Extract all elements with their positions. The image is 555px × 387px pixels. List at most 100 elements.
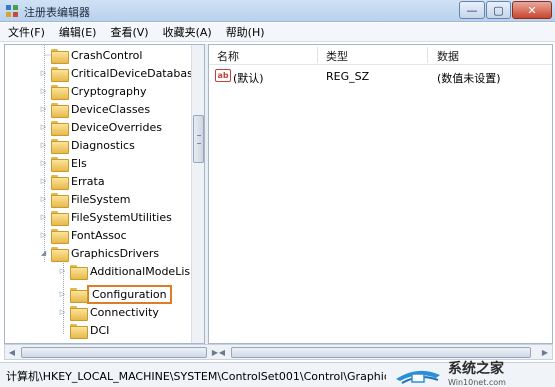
folder-icon xyxy=(70,323,88,339)
scroll-left-icon[interactable]: ◀ xyxy=(217,347,227,357)
tree-item-label: FileSystem xyxy=(71,192,131,206)
folder-icon xyxy=(51,102,69,118)
watermark-title: 系统之家 xyxy=(448,360,504,377)
registry-editor-icon xyxy=(6,5,18,17)
scrollbar-thumb[interactable] xyxy=(193,115,204,163)
tree-item-deviceclasses[interactable]: ▷ DeviceClasses xyxy=(39,100,150,118)
expander-icon[interactable]: ▷ xyxy=(39,231,48,240)
maximize-button[interactable]: ▢ xyxy=(486,1,511,19)
menu-file[interactable]: 文件(F) xyxy=(8,24,45,40)
menu-view[interactable]: 查看(V) xyxy=(110,24,148,40)
folder-icon xyxy=(51,174,69,190)
tree-item-label: Connectivity xyxy=(90,305,159,319)
status-bar: 计算机\HKEY_LOCAL_MACHINE\SYSTEM\ControlSet… xyxy=(0,362,555,387)
minimize-button[interactable]: — xyxy=(459,1,485,19)
expander-icon[interactable] xyxy=(39,51,48,60)
folder-icon xyxy=(70,264,88,280)
collapse-icon[interactable]: ◢ xyxy=(39,249,48,258)
folder-icon xyxy=(51,66,69,82)
horizontal-scrollbar[interactable]: ◀ ▶ ◀ ▶ xyxy=(4,344,553,360)
key-tree-pane: CrashControl ▷ CriticalDeviceDatabase ▷ … xyxy=(4,44,205,344)
tree-item-label: DCI xyxy=(90,323,110,337)
scroll-right-icon[interactable]: ▶ xyxy=(540,347,550,357)
tree-vertical-scrollbar[interactable] xyxy=(191,45,204,343)
tree-item-label: Els xyxy=(71,156,87,170)
column-header-type[interactable]: 类型 xyxy=(326,48,348,64)
tree-item-label: DeviceOverrides xyxy=(71,120,162,134)
folder-icon xyxy=(70,287,88,303)
tree-item-diagnostics[interactable]: ▷ Diagnostics xyxy=(39,136,135,154)
tree-item-label: CriticalDeviceDatabase xyxy=(71,66,200,80)
tree-item-label: FontAssoc xyxy=(71,228,127,242)
folder-icon xyxy=(51,228,69,244)
tree-item-dci[interactable]: DCI xyxy=(58,321,109,339)
scroll-left-icon[interactable]: ◀ xyxy=(7,347,17,357)
expander-icon[interactable]: ▷ xyxy=(58,308,67,317)
tree-item-configuration[interactable]: ▷ Configuration xyxy=(58,284,172,304)
menu-favorites[interactable]: 收藏夹(A) xyxy=(163,24,212,40)
site-logo-icon xyxy=(396,370,440,384)
column-header-name[interactable]: 名称 xyxy=(217,48,239,64)
tree-item-label: Configuration xyxy=(87,284,172,304)
expander-icon[interactable]: ▷ xyxy=(39,159,48,168)
tree-item-label: Diagnostics xyxy=(71,138,135,152)
expander-icon[interactable]: ▷ xyxy=(39,213,48,222)
values-header: 名称 类型 数据 xyxy=(209,45,552,65)
column-header-data[interactable]: 数据 xyxy=(437,48,459,64)
watermark-text: 系统之家 Win10net.com xyxy=(448,360,506,387)
values-pane: 名称 类型 数据 ab (默认) REG_SZ (数值未设置) xyxy=(208,44,553,344)
menu-edit[interactable]: 编辑(E) xyxy=(59,24,97,40)
tree-item-filesystemutilities[interactable]: ▷ FileSystemUtilities xyxy=(39,208,172,226)
tree-item-cryptography[interactable]: ▷ Cryptography xyxy=(39,82,146,100)
tree-item-graphicsdrivers[interactable]: ◢ GraphicsDrivers xyxy=(39,244,159,262)
left-scrollbar-thumb[interactable] xyxy=(21,347,207,358)
folder-icon xyxy=(51,210,69,226)
expander-icon[interactable]: ▷ xyxy=(39,105,48,114)
folder-icon xyxy=(51,138,69,154)
expander-icon[interactable]: ▷ xyxy=(39,141,48,150)
tree-item-connectivity[interactable]: ▷ Connectivity xyxy=(58,303,159,321)
value-row-default[interactable]: ab (默认) REG_SZ (数值未设置) xyxy=(209,67,552,85)
tree-item-els[interactable]: ▷ Els xyxy=(39,154,87,172)
folder-icon xyxy=(51,192,69,208)
expander-icon[interactable]: ▷ xyxy=(39,123,48,132)
status-path: 计算机\HKEY_LOCAL_MACHINE\SYSTEM\ControlSet… xyxy=(6,370,386,383)
column-divider[interactable] xyxy=(427,47,428,63)
folder-icon xyxy=(51,156,69,172)
tree-item-label: AdditionalModeLis xyxy=(90,264,191,278)
tree-item-errata[interactable]: ▷ Errata xyxy=(39,172,105,190)
column-divider[interactable] xyxy=(317,47,318,63)
tree-item-additionalmodelis[interactable]: ▷ AdditionalModeLis xyxy=(58,262,190,280)
tree-item-label: CrashControl xyxy=(71,48,143,62)
expander-icon[interactable] xyxy=(58,326,67,335)
tree-item-label: FileSystemUtilities xyxy=(71,210,172,224)
tree-item-crashcontrol[interactable]: CrashControl xyxy=(39,46,142,64)
folder-icon xyxy=(51,84,69,100)
menu-help[interactable]: 帮助(H) xyxy=(226,24,265,40)
string-value-icon: ab xyxy=(215,69,231,82)
folder-open-icon xyxy=(51,246,69,262)
value-name: (默认) xyxy=(233,72,264,85)
expander-icon[interactable]: ▷ xyxy=(39,87,48,96)
value-type: REG_SZ xyxy=(326,70,370,83)
title-bar: 注册表编辑器 — ▢ ✕ xyxy=(0,0,555,22)
close-button[interactable]: ✕ xyxy=(512,1,552,19)
tree-item-label: DeviceClasses xyxy=(71,102,151,116)
expander-icon[interactable]: ▷ xyxy=(39,195,48,204)
tree-item-label: Errata xyxy=(71,174,105,188)
expander-icon[interactable]: ▷ xyxy=(39,69,48,78)
folder-icon xyxy=(70,305,88,321)
watermark: 系统之家 Win10net.com xyxy=(392,360,555,387)
tree-item-criticaldevicedatabase[interactable]: ▷ CriticalDeviceDatabase xyxy=(39,64,200,82)
tree-item-filesystem[interactable]: ▷ FileSystem xyxy=(39,190,130,208)
folder-icon xyxy=(51,48,69,64)
value-data: (数值未设置) xyxy=(437,72,501,85)
right-scrollbar-thumb[interactable] xyxy=(231,347,531,358)
window-title: 注册表编辑器 xyxy=(24,6,90,19)
expander-icon[interactable]: ▷ xyxy=(58,290,67,299)
watermark-subtitle: Win10net.com xyxy=(448,377,506,387)
expander-icon[interactable]: ▷ xyxy=(39,177,48,186)
tree-item-deviceoverrides[interactable]: ▷ DeviceOverrides xyxy=(39,118,162,136)
tree-item-fontassoc[interactable]: ▷ FontAssoc xyxy=(39,226,127,244)
expander-icon[interactable]: ▷ xyxy=(58,267,67,276)
